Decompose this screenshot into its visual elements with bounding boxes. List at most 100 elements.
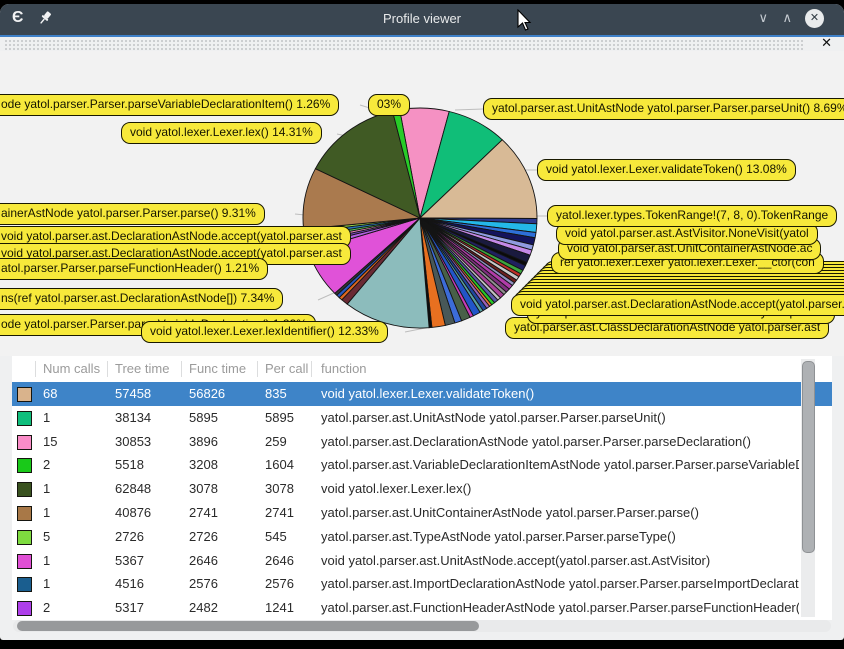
- pie-callout-label: yatol.parser.ast.UnitAstNode yatol.parse…: [483, 98, 844, 120]
- function-color-swatch: [17, 482, 32, 497]
- function-cell: yatol.parser.ast.FunctionHeaderAstNode y…: [321, 600, 799, 615]
- func-time-cell: 3208: [189, 457, 218, 472]
- callout-leader-line: [455, 109, 483, 110]
- profile-viewer-window: Є Profile viewer ∨ ∧ ✕ ✕: [0, 4, 844, 640]
- header-separator: [35, 361, 36, 377]
- num-calls-cell: 5: [43, 529, 50, 544]
- num-calls-cell: 2: [43, 600, 50, 615]
- vertical-scrollbar-thumb[interactable]: [802, 361, 815, 553]
- pie-callout-label: yatol.lexer.types.TokenRange!(7, 8, 0).T…: [547, 205, 837, 227]
- function-color-swatch: [17, 530, 32, 545]
- function-cell: yatol.parser.ast.ImportDeclarationAstNod…: [321, 576, 799, 591]
- profile-table: Num calls Tree time Func time Per call funct…: [12, 356, 832, 620]
- num-calls-cell: 1: [43, 505, 50, 520]
- screen: Є Profile viewer ∨ ∧ ✕ ✕: [0, 0, 844, 649]
- tree-time-cell: 40876: [115, 505, 151, 520]
- per-call-cell: 1604: [265, 457, 294, 472]
- function-color-swatch: [17, 435, 32, 450]
- dock-grip-handle[interactable]: [4, 39, 804, 51]
- close-button[interactable]: ✕: [805, 9, 824, 28]
- func-time-cell: 3896: [189, 434, 218, 449]
- table-row[interactable]: 2 5317 2482 1241 yatol.parser.ast.FunctionHe…: [12, 596, 832, 620]
- pie-callout-label: void yatol.lexer.Lexer.lexIdentifier() 1…: [141, 321, 388, 343]
- function-cell: yatol.parser.ast.VariableDeclarationItem…: [321, 457, 799, 472]
- column-header[interactable]: Func time: [189, 361, 246, 376]
- num-calls-cell: 1: [43, 576, 50, 591]
- header-separator: [311, 361, 312, 377]
- maximize-button[interactable]: ∧: [782, 10, 792, 26]
- function-cell: yatol.parser.ast.UnitAstNode yatol.parse…: [321, 410, 799, 425]
- table-row[interactable]: 1 38134 5895 5895 yatol.parser.ast.UnitAstNo…: [12, 406, 832, 430]
- pie-callout-label: void yatol.lexer.Lexer.validateToken() 1…: [537, 159, 796, 181]
- per-call-cell: 5895: [265, 410, 294, 425]
- pie-callout-label: atol.parser.Parser.parseFunctionHeader()…: [0, 258, 268, 280]
- tree-time-cell: 2726: [115, 529, 144, 544]
- table-row[interactable]: 16284830783078void yatol.lexer.Lexer.lex…: [12, 477, 832, 501]
- per-call-cell: 835: [265, 386, 287, 401]
- function-color-swatch: [17, 601, 32, 616]
- pie-callout-label: void yatol.parser.ast.DeclarationAstNode…: [511, 294, 844, 316]
- per-call-cell: 545: [265, 529, 287, 544]
- tree-time-cell: 5317: [115, 600, 144, 615]
- minimize-button[interactable]: ∨: [758, 10, 768, 26]
- table-row[interactable]: 15 30853 3896 259 yatol.parser.ast.Declarati…: [12, 430, 832, 454]
- num-calls-cell: 68: [43, 386, 57, 401]
- func-time-cell: 5895: [189, 410, 218, 425]
- mouse-cursor: [517, 9, 533, 31]
- func-time-cell: 56826: [189, 386, 225, 401]
- tree-time-cell: 38134: [115, 410, 151, 425]
- func-time-cell: 2576: [189, 576, 218, 591]
- table-row[interactable]: 2551832081604yatol.parser.ast.VariableDe…: [12, 453, 832, 477]
- tree-time-cell: 5367: [115, 553, 144, 568]
- table-row[interactable]: 1536726462646void yatol.parser.ast.UnitA…: [12, 549, 832, 573]
- per-call-cell: 2646: [265, 553, 294, 568]
- tree-time-cell: 57458: [115, 386, 151, 401]
- num-calls-cell: 15: [43, 434, 57, 449]
- per-call-cell: 3078: [265, 481, 294, 496]
- callout-leader-line: [318, 292, 336, 300]
- num-calls-cell: 1: [43, 481, 50, 496]
- tree-time-cell: 4516: [115, 576, 144, 591]
- tree-time-cell: 30853: [115, 434, 151, 449]
- dock-close-icon[interactable]: ✕: [821, 35, 832, 51]
- column-header[interactable]: Num calls: [43, 361, 100, 376]
- window-title: Profile viewer: [0, 11, 844, 26]
- per-call-cell: 2741: [265, 505, 294, 520]
- column-header[interactable]: function: [321, 361, 367, 376]
- tree-time-cell: 62848: [115, 481, 151, 496]
- num-calls-cell: 1: [43, 553, 50, 568]
- column-header[interactable]: Tree time: [115, 361, 169, 376]
- per-call-cell: 1241: [265, 600, 294, 615]
- pie-callout-label: void yatol.lexer.Lexer.lex() 14.31%: [121, 122, 322, 144]
- per-call-cell: 259: [265, 434, 287, 449]
- function-cell: void yatol.lexer.Lexer.lex(): [321, 481, 799, 496]
- func-time-cell: 2482: [189, 600, 218, 615]
- func-time-cell: 2726: [189, 529, 218, 544]
- table-row[interactable]: 5 2726 2726 545 yatol.parser.ast.TypeAstNode…: [12, 525, 832, 549]
- table-row[interactable]: 685745856826835void yatol.lexer.Lexer.va…: [12, 382, 832, 406]
- pie-callout-label: ode yatol.parser.Parser.parseVariableDec…: [0, 94, 339, 116]
- titlebar: Є Profile viewer ∨ ∧ ✕: [0, 4, 844, 35]
- func-time-cell: 2741: [189, 505, 218, 520]
- function-cell: yatol.parser.ast.TypeAstNode yatol.parse…: [321, 529, 799, 544]
- function-color-swatch: [17, 554, 32, 569]
- horizontal-scrollbar-thumb[interactable]: [17, 621, 479, 631]
- table-row[interactable]: 1 4516 2576 2576 yatol.parser.ast.ImportDecl…: [12, 572, 832, 596]
- header-separator: [257, 361, 258, 377]
- function-color-swatch: [17, 387, 32, 402]
- function-color-swatch: [17, 577, 32, 592]
- pie-callout-label: ns(ref yatol.parser.ast.DeclarationAstNo…: [0, 288, 283, 310]
- column-header[interactable]: Per call: [265, 361, 308, 376]
- function-color-swatch: [17, 506, 32, 521]
- num-calls-cell: 1: [43, 410, 50, 425]
- pie-callout-label: 03%: [368, 94, 410, 116]
- tree-time-cell: 5518: [115, 457, 144, 472]
- function-cell: yatol.parser.ast.UnitContainerAstNode ya…: [321, 505, 799, 520]
- function-color-swatch: [17, 458, 32, 473]
- pie-callout-label: ainerAstNode yatol.parser.Parser.parse()…: [0, 203, 265, 225]
- per-call-cell: 2576: [265, 576, 294, 591]
- table-row[interactable]: 1 40876 2741 2741 yatol.parser.ast.UnitConta…: [12, 501, 832, 525]
- function-color-swatch: [17, 411, 32, 426]
- function-cell: yatol.parser.ast.DeclarationAstNode yato…: [321, 434, 799, 449]
- header-separator: [107, 361, 108, 377]
